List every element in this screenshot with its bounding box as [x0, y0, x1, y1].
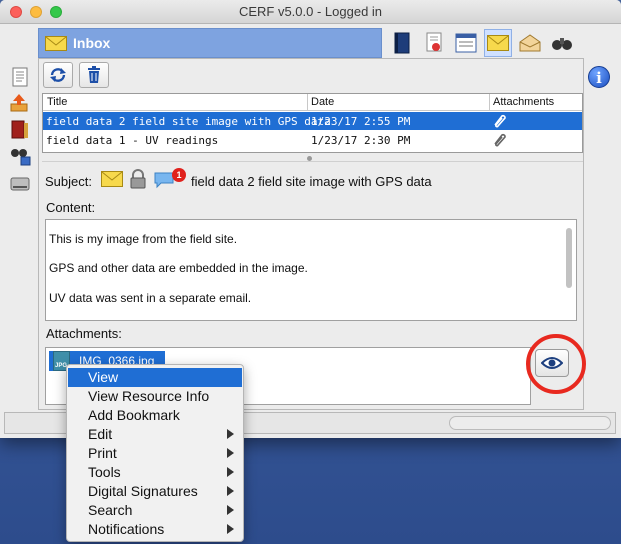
- paperclip-icon: [494, 133, 506, 147]
- binoculars-icon[interactable]: [548, 29, 576, 57]
- row-title: field data 2 field site image with GPS d…: [46, 115, 331, 128]
- notebook-icon[interactable]: [388, 29, 416, 57]
- mail-icon[interactable]: [484, 29, 512, 57]
- drive-icon[interactable]: [9, 172, 31, 194]
- subject-text: field data 2 field site image with GPS d…: [191, 174, 432, 189]
- envelope-icon: [45, 36, 67, 51]
- menu-item-search[interactable]: Search: [68, 501, 242, 520]
- inbox-header: Inbox: [38, 28, 382, 58]
- inbox-title: Inbox: [73, 35, 111, 51]
- binoculars-save-icon[interactable]: [9, 144, 31, 166]
- submenu-arrow-icon: [227, 505, 234, 515]
- menu-item-edit[interactable]: Edit: [68, 425, 242, 444]
- form-list-icon[interactable]: [452, 29, 480, 57]
- refresh-icon: [50, 68, 66, 82]
- submenu-arrow-icon: [227, 524, 234, 534]
- trash-icon: [88, 66, 100, 83]
- menu-item-print[interactable]: Print: [68, 444, 242, 463]
- status-progress: [449, 416, 611, 430]
- column-date[interactable]: Date: [311, 96, 334, 108]
- scrollbar-thumb[interactable]: [566, 228, 572, 288]
- subject-label: Subject:: [45, 174, 92, 189]
- content-area[interactable]: This is my image from the field site. GP…: [45, 219, 577, 321]
- info-icon[interactable]: i: [588, 66, 610, 88]
- highlight-ring: [526, 334, 586, 394]
- left-tool-rail: [0, 60, 34, 210]
- menu-item-view[interactable]: View: [68, 368, 242, 387]
- content-line: UV data was sent in a separate email.: [49, 291, 252, 305]
- column-attachments[interactable]: Attachments: [493, 96, 554, 108]
- menu-item-notifications[interactable]: Notifications: [68, 520, 242, 539]
- submenu-arrow-icon: [227, 486, 234, 496]
- row-date: 1/23/17 2:30 PM: [311, 134, 411, 147]
- inbox-panel: Title Date Attachments field data 2 fiel…: [38, 58, 584, 410]
- menu-item-digital-signatures[interactable]: Digital Signatures: [68, 482, 242, 501]
- open-mail-icon[interactable]: [516, 29, 544, 57]
- paperclip-icon: [494, 114, 506, 128]
- notification-badge: 1: [172, 168, 186, 182]
- menu-item-add-bookmark[interactable]: Add Bookmark: [68, 406, 242, 425]
- delete-button[interactable]: [79, 62, 109, 88]
- envelope-icon: [101, 171, 123, 187]
- row-title: field data 1 - UV readings: [46, 134, 219, 147]
- column-title[interactable]: Title: [47, 96, 67, 108]
- content-line: This is my image from the field site.: [49, 232, 238, 246]
- book-icon[interactable]: [9, 118, 31, 140]
- table-row[interactable]: field data 2 field site image with GPS d…: [43, 112, 582, 130]
- upload-stack-icon[interactable]: [9, 92, 31, 114]
- subject-row: Subject: 1 field data 2 field site image…: [45, 168, 575, 193]
- message-table: Title Date Attachments field data 2 fiel…: [42, 93, 583, 153]
- row-date: 1/23/17 2:55 PM: [311, 115, 411, 128]
- window-title: CERF v5.0.0 - Logged in: [238, 4, 383, 19]
- menu-item-view-resource-info[interactable]: View Resource Info: [68, 387, 242, 406]
- submenu-arrow-icon: [227, 429, 234, 439]
- context-menu: View View Resource Info Add Bookmark Edi…: [66, 364, 244, 542]
- submenu-arrow-icon: [227, 467, 234, 477]
- submenu-arrow-icon: [227, 448, 234, 458]
- content-label: Content:: [46, 200, 96, 215]
- document-icon[interactable]: [9, 66, 31, 88]
- lock-icon: [130, 169, 146, 189]
- title-bar: CERF v5.0.0 - Logged in: [0, 0, 621, 24]
- content-line: GPS and other data are embedded in the i…: [49, 261, 308, 275]
- certificate-icon[interactable]: [420, 29, 448, 57]
- attachments-label: Attachments:: [46, 326, 122, 341]
- divider: [42, 161, 583, 162]
- refresh-button[interactable]: [43, 62, 73, 88]
- table-row[interactable]: field data 1 - UV readings 1/23/17 2:30 …: [43, 131, 582, 149]
- table-header: Title Date Attachments: [43, 94, 582, 111]
- menu-item-tools[interactable]: Tools: [68, 463, 242, 482]
